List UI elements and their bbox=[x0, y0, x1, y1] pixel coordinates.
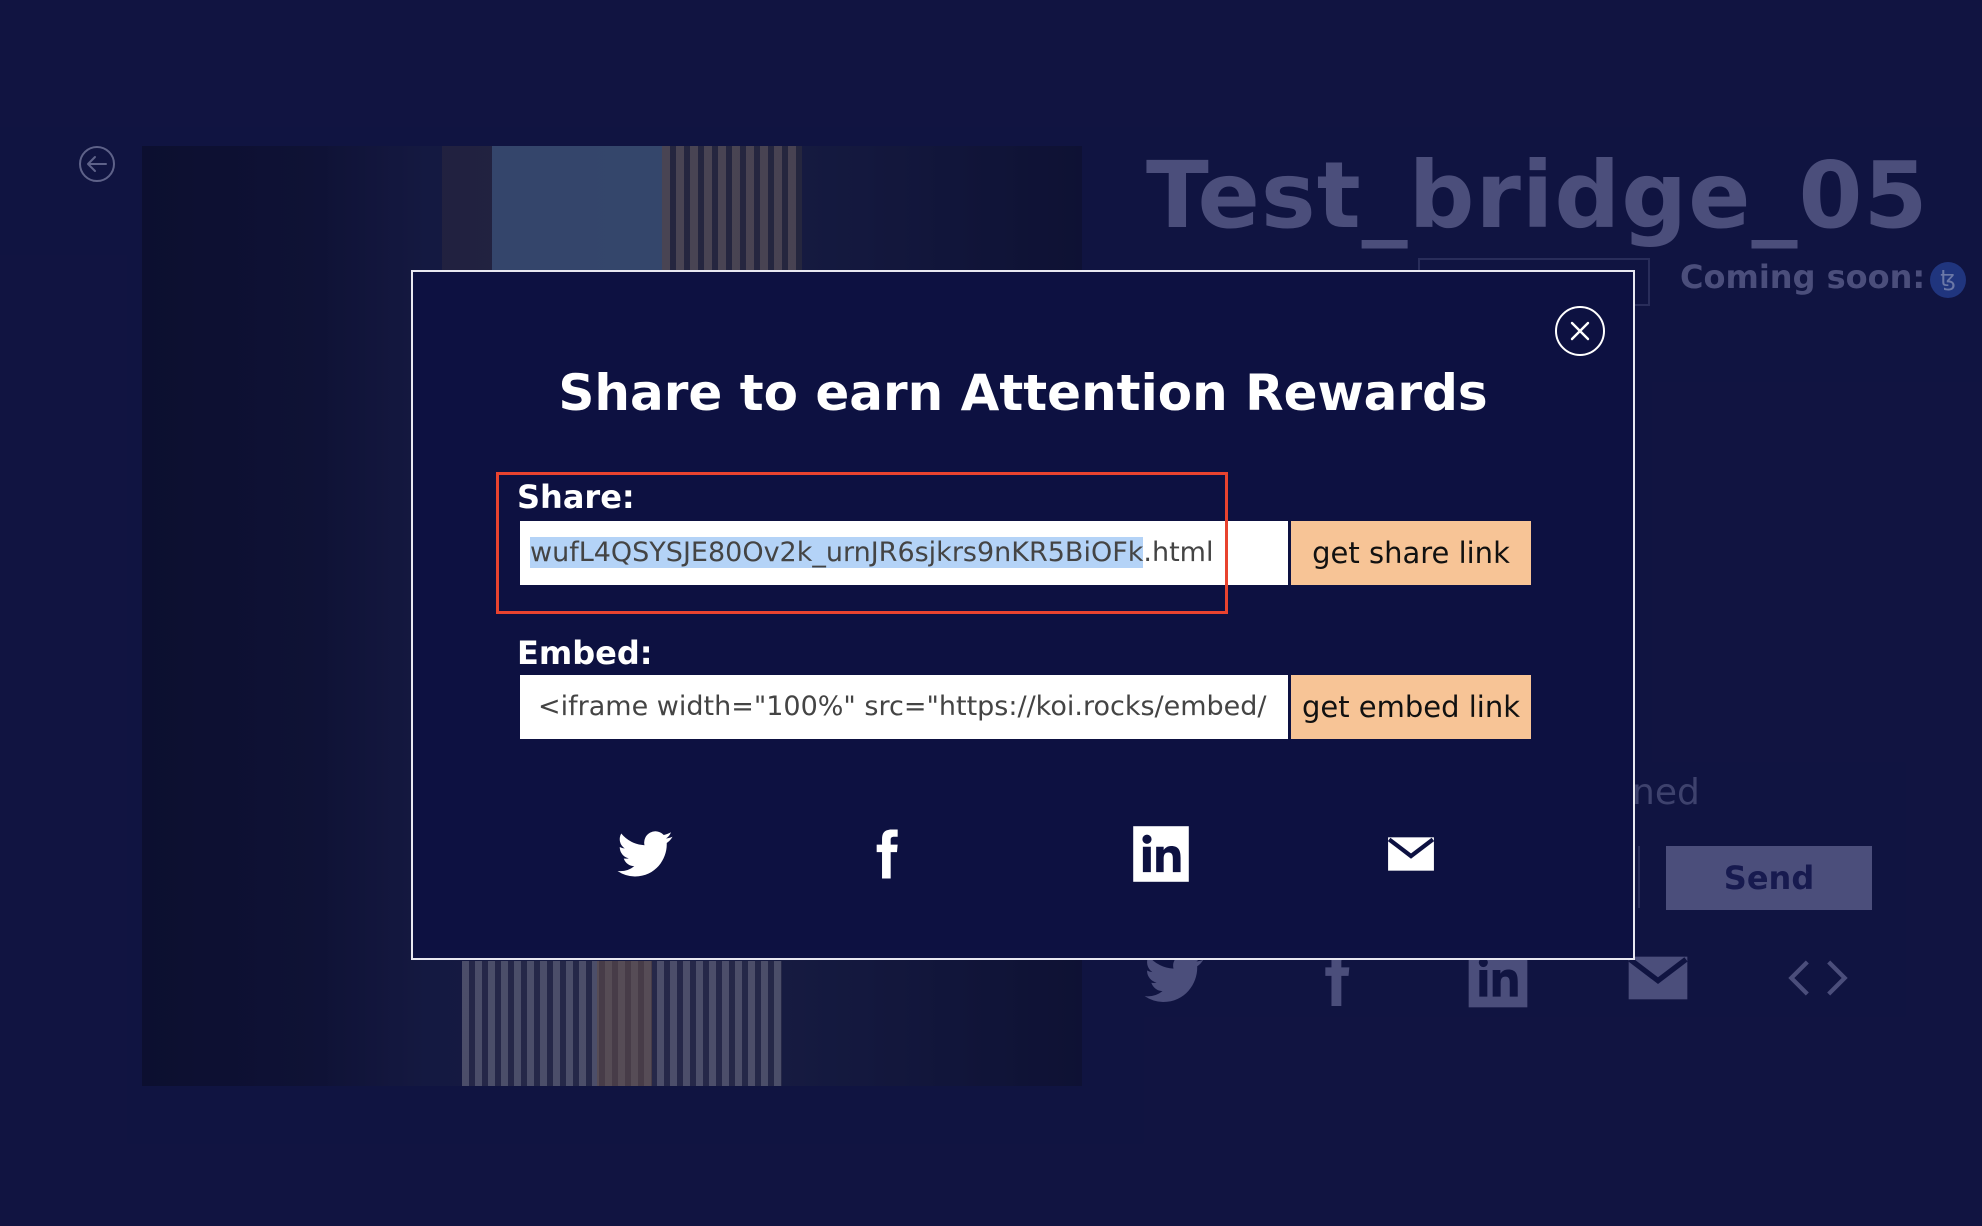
close-button[interactable] bbox=[1555, 306, 1605, 356]
close-icon bbox=[1570, 321, 1590, 341]
share-label: Share: bbox=[517, 478, 635, 516]
selected-share-link-text: wufL4QSYSJE80Ov2k_urnJR6sjkrs9nKR5BiOFk bbox=[530, 537, 1144, 568]
twitter-icon[interactable] bbox=[613, 822, 677, 886]
get-embed-link-button[interactable]: get embed link bbox=[1291, 675, 1531, 739]
email-icon[interactable] bbox=[1379, 822, 1443, 886]
share-link-input[interactable]: wufL4QSYSJE80Ov2k_urnJR6sjkrs9nKR5BiOFk.… bbox=[520, 521, 1288, 585]
embed-label: Embed: bbox=[517, 634, 653, 672]
facebook-icon[interactable] bbox=[854, 822, 918, 886]
share-modal: Share to earn Attention Rewards Share: w… bbox=[411, 270, 1635, 960]
modal-title: Share to earn Attention Rewards bbox=[558, 364, 1488, 422]
linkedin-icon[interactable] bbox=[1129, 822, 1193, 886]
share-link-suffix: .html bbox=[1143, 537, 1214, 568]
get-share-link-button[interactable]: get share link bbox=[1291, 521, 1531, 585]
embed-code-input[interactable]: <iframe width="100%" src="https://koi.ro… bbox=[520, 675, 1288, 739]
